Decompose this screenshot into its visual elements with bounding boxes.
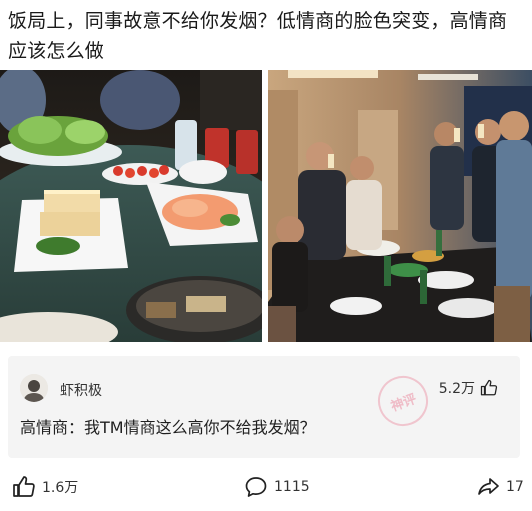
action-bar: 1.6万 1115 17 xyxy=(0,472,532,502)
comment-username[interactable]: 虾积极 xyxy=(60,380,102,400)
speech-bubble-icon xyxy=(245,477,267,497)
avatar-image xyxy=(20,374,48,402)
like-button[interactable]: 1.6万 xyxy=(12,472,78,502)
photo-group-toasting[interactable] xyxy=(268,70,532,342)
comment-text: 高情商：我TM情商这么高你不给我发烟？ xyxy=(20,418,316,437)
hot-comment-card[interactable]: 虾积极 5.2万 高情商：我TM情商这么高你不给我发烟？ xyxy=(8,356,520,458)
comment-count: 1115 xyxy=(274,479,310,495)
thumbs-up-icon xyxy=(480,379,498,396)
stamp-text: 神评 xyxy=(388,391,419,415)
like-count: 1.6万 xyxy=(42,480,79,496)
photo-grid xyxy=(0,70,532,342)
share-arrow-icon xyxy=(478,478,499,495)
photo-group-toasting-image xyxy=(268,70,532,342)
photo-dinner-table[interactable] xyxy=(0,70,262,342)
share-count: 17 xyxy=(506,479,524,495)
avatar[interactable] xyxy=(20,374,48,402)
comment-button[interactable]: 1115 xyxy=(244,472,310,502)
post-title: 饭局上，同事故意不给你发烟？低情商的脸色突变，高情商应该怎么做 xyxy=(8,10,508,62)
photo-dinner-table-image xyxy=(0,70,262,342)
comment-like-count: 5.2万 xyxy=(438,381,475,397)
thumbs-up-icon xyxy=(13,476,35,497)
comment-like-button[interactable]: 5.2万 xyxy=(439,378,498,398)
share-button[interactable]: 17 xyxy=(476,472,524,502)
